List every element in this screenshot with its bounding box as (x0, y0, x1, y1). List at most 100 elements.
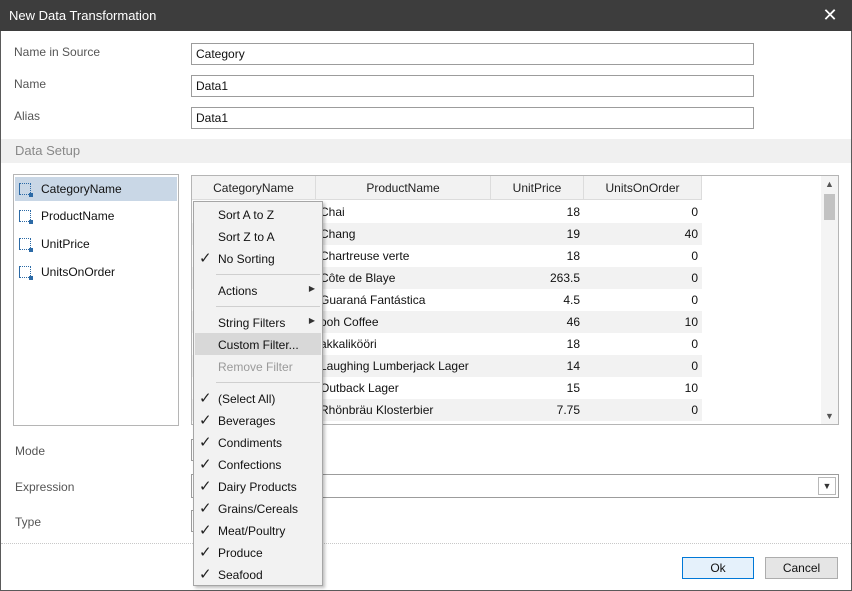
alias-label: Alias (14, 109, 41, 123)
menu-item-label: Dairy Products (218, 480, 297, 494)
menu-separator (216, 306, 320, 307)
menu-item-category[interactable]: ✓ Grains/Cereals (195, 497, 321, 519)
menu-separator (216, 274, 320, 275)
cell-price: 4.5 (563, 293, 580, 307)
check-icon: ✓ (199, 412, 212, 429)
cell-units: 0 (691, 205, 698, 219)
cell-price: 19 (566, 227, 580, 241)
cell-units: 0 (691, 403, 698, 417)
menu-item-remove-filter[interactable]: Remove Filter (195, 355, 321, 377)
submenu-arrow-icon: ▶ (308, 284, 315, 293)
menu-item-label: Beverages (218, 414, 276, 428)
column-header-productname[interactable]: ProductName (316, 176, 491, 200)
title-bar: New Data Transformation ✕ (0, 0, 852, 31)
check-icon: ✓ (199, 250, 212, 267)
cell-product: Chai (320, 205, 345, 219)
cell-units: 0 (691, 271, 698, 285)
cancel-button[interactable]: Cancel (765, 557, 838, 579)
menu-item-label: Sort Z to A (218, 230, 275, 244)
column-field-icon (19, 266, 33, 280)
cell-product: Rhönbräu Klosterbier (320, 403, 434, 417)
menu-item-category[interactable]: ✓ Dairy Products (195, 475, 321, 497)
expression-label: Expression (15, 480, 75, 494)
cell-price: 7.75 (556, 403, 580, 417)
field-item-productname[interactable]: ProductName (15, 204, 177, 228)
column-field-icon (19, 210, 33, 224)
name-label: Name (14, 77, 47, 91)
menu-item-actions[interactable]: Actions ▶ (195, 279, 321, 301)
column-field-icon (19, 183, 33, 197)
cell-units: 40 (684, 227, 698, 241)
menu-item-custom-filter[interactable]: Custom Filter... (195, 333, 321, 355)
field-label: UnitsOnOrder (41, 265, 116, 279)
menu-item-string-filters[interactable]: String Filters ▶ (195, 311, 321, 333)
field-list[interactable]: CategoryName ProductName UnitPrice Units… (13, 174, 179, 426)
footer-separator (1, 543, 851, 544)
menu-item-no-sorting[interactable]: ✓ No Sorting (195, 247, 321, 269)
menu-item-category[interactable]: ✓ Meat/Poultry (195, 519, 321, 541)
window-title: New Data Transformation (9, 8, 157, 23)
data-setup-section: Data Setup (1, 139, 851, 163)
name-in-source-label: Name in Source (14, 45, 101, 59)
cell-units: 0 (691, 359, 698, 373)
field-item-unitsonorder[interactable]: UnitsOnOrder (15, 260, 177, 284)
column-header-categoryname[interactable]: CategoryName (192, 176, 316, 200)
cell-price: 46 (566, 315, 580, 329)
cell-price: 18 (566, 337, 580, 351)
menu-item-category[interactable]: ✓ Confections (195, 453, 321, 475)
column-header-unitprice[interactable]: UnitPrice (491, 176, 584, 200)
cell-product: akkalikööri (320, 337, 377, 351)
field-item-categoryname[interactable]: CategoryName (15, 177, 177, 201)
field-label: CategoryName (41, 182, 122, 196)
field-item-unitprice[interactable]: UnitPrice (15, 232, 177, 256)
grid-vertical-scrollbar[interactable]: ▲ ▼ (821, 176, 838, 424)
check-icon: ✓ (199, 456, 212, 473)
scroll-down-icon[interactable]: ▼ (821, 408, 838, 424)
menu-item-category[interactable]: ✓ Seafood (195, 563, 321, 585)
cell-price: 15 (566, 381, 580, 395)
menu-item-label: Confections (218, 458, 282, 472)
close-icon[interactable]: ✕ (808, 0, 852, 31)
menu-item-label: Actions (218, 284, 258, 298)
menu-item-category[interactable]: ✓ Produce (195, 541, 321, 563)
section-title: Data Setup (15, 143, 81, 158)
menu-item-label: (Select All) (218, 392, 276, 406)
cell-product: Côte de Blaye (320, 271, 396, 285)
name-in-source-field[interactable]: Category (191, 43, 754, 65)
alias-field[interactable]: Data1 (191, 107, 754, 129)
cell-product: Laughing Lumberjack Lager (320, 359, 469, 373)
mode-label: Mode (15, 444, 46, 458)
cell-units: 0 (691, 293, 698, 307)
cell-product: Chang (320, 227, 356, 241)
cell-price: 18 (566, 249, 580, 263)
menu-item-label: Condiments (218, 436, 283, 450)
check-icon: ✓ (199, 544, 212, 561)
cell-product: Guaraná Fantástica (320, 293, 426, 307)
cell-units: 10 (684, 315, 698, 329)
menu-item-label: Remove Filter (218, 360, 293, 374)
menu-item-sort-z-a[interactable]: Sort Z to A (195, 225, 321, 247)
field-label: UnitPrice (41, 237, 90, 251)
column-filter-menu[interactable]: Sort A to Z Sort Z to A ✓ No Sorting Act… (193, 201, 323, 586)
menu-item-sort-a-z[interactable]: Sort A to Z (195, 203, 321, 225)
chevron-down-icon[interactable]: ▼ (818, 477, 836, 495)
cell-units: 0 (691, 249, 698, 263)
menu-item-select-all[interactable]: ✓ (Select All) (195, 387, 321, 409)
cell-product: Chartreuse verte (320, 249, 410, 263)
menu-item-category[interactable]: ✓ Condiments (195, 431, 321, 453)
scroll-thumb[interactable] (824, 194, 835, 220)
submenu-arrow-icon: ▶ (308, 316, 315, 325)
check-icon: ✓ (199, 390, 212, 407)
name-field[interactable]: Data1 (191, 75, 754, 97)
menu-item-category[interactable]: ✓ Beverages (195, 409, 321, 431)
menu-separator (216, 382, 320, 383)
cell-price: 263.5 (549, 271, 580, 285)
cell-product: Outback Lager (320, 381, 399, 395)
cell-units: 10 (684, 381, 698, 395)
column-field-icon (19, 238, 33, 252)
check-icon: ✓ (199, 566, 212, 583)
column-header-unitsonorder[interactable]: UnitsOnOrder (584, 176, 702, 200)
ok-button[interactable]: Ok (682, 557, 754, 579)
check-icon: ✓ (199, 434, 212, 451)
scroll-up-icon[interactable]: ▲ (821, 176, 838, 192)
